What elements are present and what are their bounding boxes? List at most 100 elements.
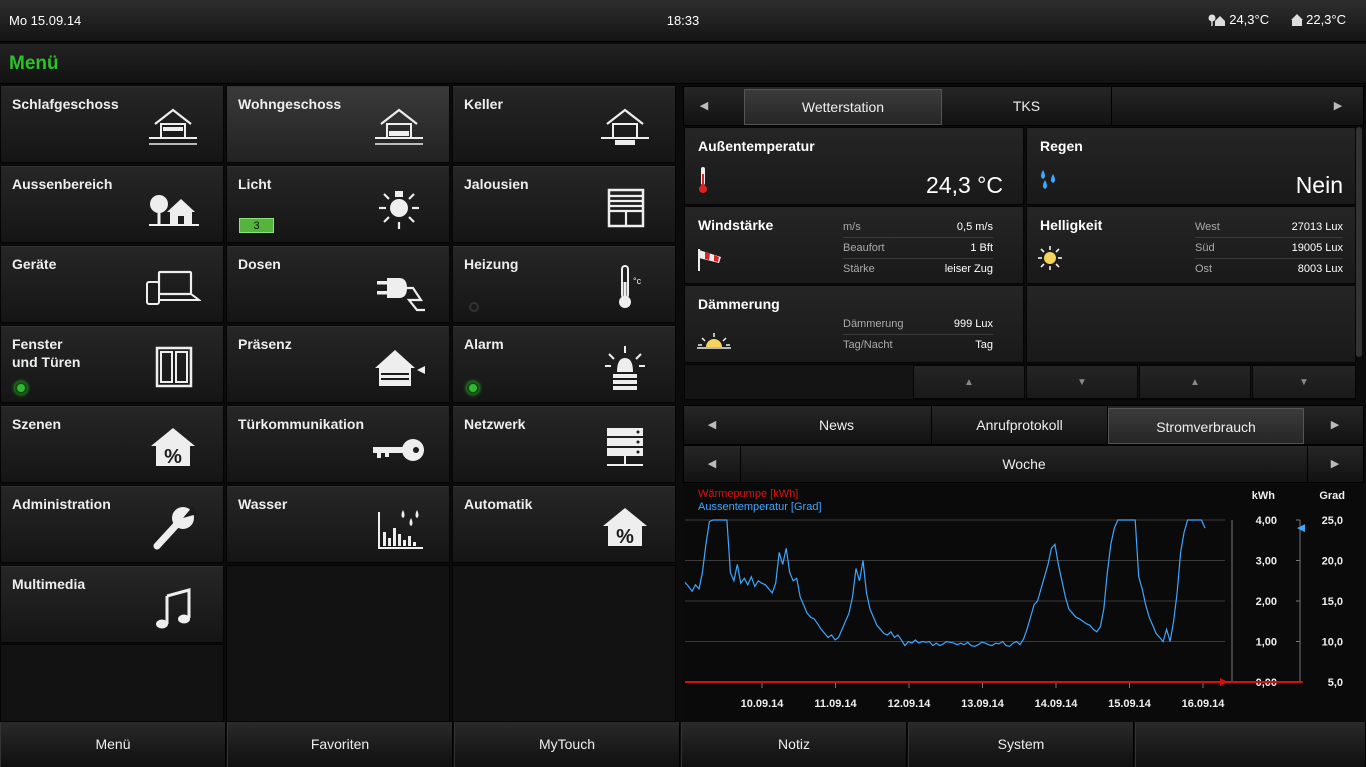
info-tab-bar: ◀ News Anrufprotokoll Stromverbrauch ▶ — [683, 405, 1364, 445]
weather-outside-temp: Außentemperatur 24,3 °C — [684, 127, 1024, 205]
period-label: Woche — [740, 446, 1308, 482]
tree-house-icon — [1208, 14, 1226, 26]
x-tick-label: 12.09.14 — [888, 698, 932, 710]
nav-empty-button — [1135, 722, 1366, 767]
weather-rain: Regen Nein — [1026, 127, 1356, 205]
weather-scrollbar[interactable] — [1356, 127, 1362, 357]
y-right-tick-label: 15,0 — [1322, 596, 1343, 608]
music-note-icon — [156, 588, 191, 629]
temp-current-marker — [1297, 524, 1305, 533]
tab-next-arrow[interactable]: ▶ — [1307, 406, 1363, 444]
thermometer-red-icon — [699, 167, 707, 193]
period-prev-arrow[interactable]: ◀ — [684, 446, 740, 482]
period-selector: ◀ Woche ▶ — [683, 445, 1364, 483]
tab-prev-arrow[interactable]: ◀ — [684, 406, 740, 444]
status-led — [467, 382, 479, 394]
window-icon — [155, 346, 193, 388]
weather-wind: Windstärke m/s 0,5 m/s Beaufort 1 Bft Stär… — [684, 206, 1024, 284]
tile-netzwerk[interactable]: Netzwerk — [452, 405, 676, 483]
tab-anrufprotokoll[interactable]: Anrufprotokoll — [932, 406, 1108, 444]
nav-system-button[interactable]: System — [908, 722, 1134, 767]
devices-icon — [146, 270, 201, 305]
plug-icon — [377, 278, 425, 312]
house-floor-icon — [375, 108, 423, 145]
chart-svg: 4,003,002,001,000,0025,020,015,010,05,0k… — [684, 490, 1345, 710]
tab-news[interactable]: News — [742, 406, 932, 444]
nav-notiz-button[interactable]: Notiz — [681, 722, 907, 767]
y-right-tick-label: 10,0 — [1322, 637, 1343, 649]
scroll-up-button[interactable]: ▲ — [1139, 365, 1251, 399]
x-tick-label: 16.09.14 — [1182, 698, 1226, 710]
tile-automatik[interactable]: Automatik % — [452, 485, 676, 563]
brightness-values: West 27013 Lux Süd 19005 Lux Ost 8003 Lux — [1195, 217, 1343, 280]
house-icon — [1291, 13, 1304, 26]
scroll-page-up-button[interactable]: ▲ — [913, 365, 1025, 399]
weather-dusk: Dämmerung Dämmerung 999 Lux Tag/Nacht Tag — [684, 285, 1024, 363]
tile-fenster-tueren[interactable]: Fenster und Türen — [0, 325, 224, 403]
y-left-tick-label: 1,00 — [1256, 637, 1277, 649]
y-right-tick-label: 25,0 — [1322, 515, 1343, 527]
tile-alarm[interactable]: Alarm — [452, 325, 676, 403]
tile-szenen[interactable]: Szenen % — [0, 405, 224, 483]
scene-house-icon: % — [151, 428, 195, 468]
nav-menu-button[interactable]: Menü — [0, 722, 226, 767]
tab-stromverbrauch[interactable]: Stromverbrauch — [1108, 408, 1304, 444]
svg-text:%: % — [616, 526, 634, 548]
tab-next-arrow[interactable]: ▶ — [1313, 87, 1363, 125]
y-left-axis-label: kWh — [1252, 490, 1276, 502]
tile-tuerkommunikation[interactable]: Türkommunikation — [226, 405, 450, 483]
scroll-down-button[interactable]: ▼ — [1252, 365, 1356, 399]
x-tick-label: 15.09.14 — [1108, 698, 1152, 710]
tab-tks[interactable]: TKS — [942, 87, 1112, 125]
weather-tab-bar: ◀ Wetterstation TKS ▶ — [683, 86, 1364, 126]
wrench-icon — [153, 506, 197, 550]
tile-wasser[interactable]: Wasser — [226, 485, 450, 563]
server-icon — [607, 428, 643, 466]
outdoor-temp: 24,3°C — [1208, 12, 1269, 27]
tile-praesenz[interactable]: Präsenz — [226, 325, 450, 403]
power-current-marker — [1220, 678, 1228, 686]
y-right-tick-label: 20,0 — [1322, 556, 1343, 568]
nav-favoriten-button[interactable]: Favoriten — [227, 722, 453, 767]
tile-jalousien[interactable]: Jalousien — [452, 165, 676, 243]
tile-schlafgeschoss[interactable]: Schlafgeschoss — [0, 85, 224, 163]
scroll-page-down-button[interactable]: ▼ — [1026, 365, 1138, 399]
tile-aussenbereich[interactable]: Aussenbereich — [0, 165, 224, 243]
y-left-tick-label: 4,00 — [1256, 515, 1277, 527]
tile-multimedia[interactable]: Multimedia — [0, 565, 224, 643]
house-floor-icon — [601, 108, 649, 145]
presence-icon — [375, 350, 425, 386]
y-right-tick-label: 5,0 — [1328, 677, 1343, 689]
key-icon — [373, 439, 424, 461]
nav-mytouch-button[interactable]: MyTouch — [454, 722, 680, 767]
clock: 18:33 — [666, 13, 700, 28]
temperature-readouts: 24,3°C 22,3°C — [1208, 12, 1346, 27]
tile-heizung[interactable]: Heizung °c — [452, 245, 676, 323]
svg-text:°c: °c — [633, 276, 642, 286]
tab-wetterstation[interactable]: Wetterstation — [744, 89, 942, 125]
menu-title: Menü — [9, 53, 59, 74]
tile-wohngeschoss[interactable]: Wohngeschoss — [226, 85, 450, 163]
x-tick-label: 10.09.14 — [741, 698, 785, 710]
series-line-aussentemperatur — [684, 519, 1206, 648]
power-consumption-chart: Wärmepumpe [kWh] Aussentemperatur [Grad]… — [683, 484, 1363, 720]
tile-geraete[interactable]: Geräte — [0, 245, 224, 323]
tab-prev-arrow[interactable]: ◀ — [684, 87, 724, 125]
x-tick-label: 14.09.14 — [1035, 698, 1079, 710]
tree-house-icon — [149, 195, 199, 226]
status-bar: Mo 15.09.14 18:33 24,3°C 22,3°C — [0, 0, 1366, 42]
x-tick-label: 11.09.14 — [814, 698, 857, 710]
tile-licht[interactable]: Licht 3 — [226, 165, 450, 243]
automatic-house-icon: % — [603, 508, 647, 548]
tile-dosen[interactable]: Dosen — [226, 245, 450, 323]
empty-tile-area — [452, 565, 676, 722]
period-next-arrow[interactable]: ▶ — [1307, 446, 1363, 482]
sun-icon — [1038, 246, 1062, 270]
indoor-temp: 22,3°C — [1291, 12, 1346, 27]
tile-administration[interactable]: Administration — [0, 485, 224, 563]
sunset-icon — [697, 333, 731, 349]
tile-keller[interactable]: Keller — [452, 85, 676, 163]
y-right-axis-label: Grad — [1319, 490, 1345, 502]
status-led — [469, 302, 479, 312]
status-led — [15, 382, 27, 394]
